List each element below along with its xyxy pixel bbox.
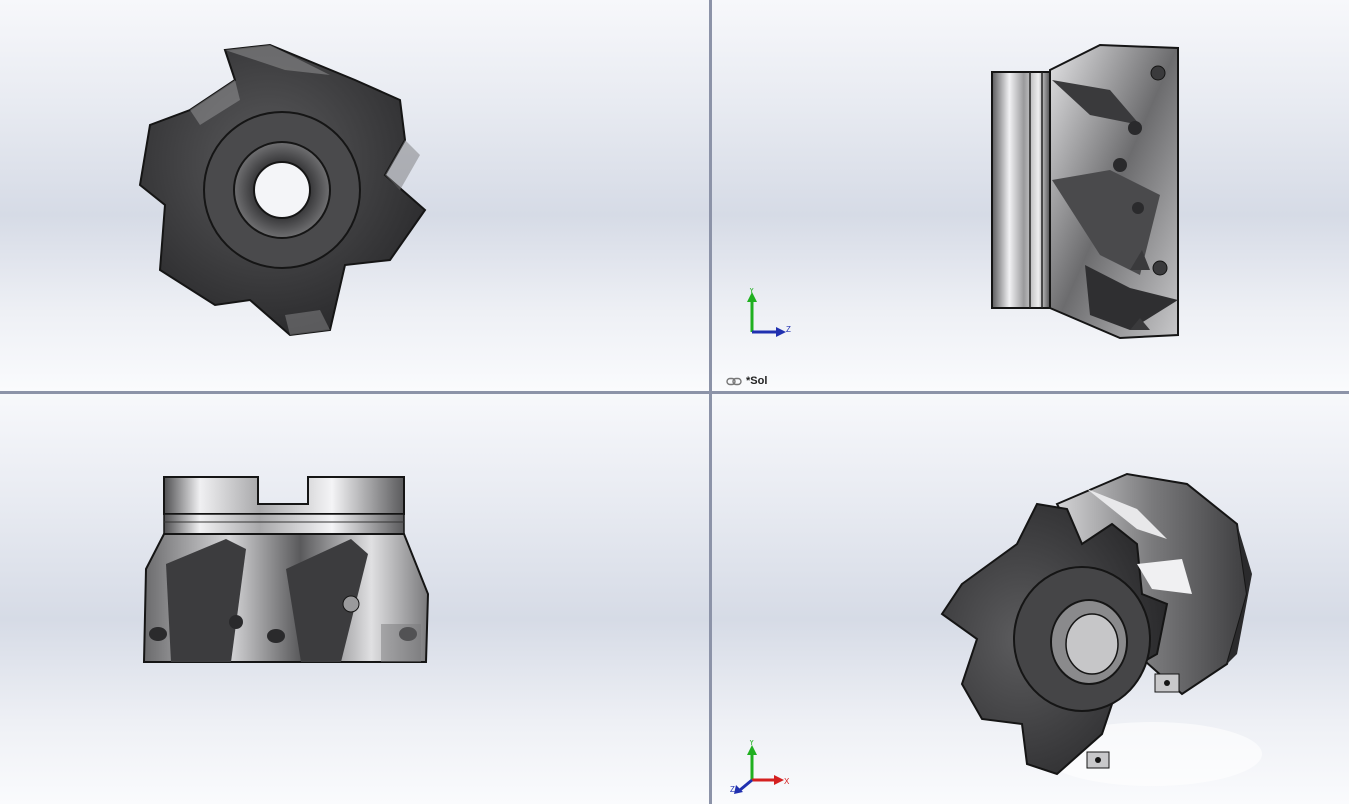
document-tab-label: *Sol: [746, 375, 768, 387]
linked-chain-icon: [726, 377, 742, 385]
axis-triad-right-view: Y Z: [747, 288, 791, 337]
cutter-top-view[interactable]: [136, 474, 431, 669]
viewport-right[interactable]: Y Z *Sol: [712, 0, 1349, 391]
triad-y-label: Y: [749, 288, 755, 295]
viewport-top[interactable]: [0, 394, 709, 804]
viewport-divider-horizontal[interactable]: [0, 391, 1349, 394]
viewport-isometric[interactable]: Y X Z: [712, 394, 1349, 804]
viewport-front[interactable]: [0, 0, 709, 391]
cutter-right-view[interactable]: [990, 40, 1185, 340]
triad-z-label: Z: [730, 785, 735, 794]
cutter-front-view[interactable]: [130, 40, 440, 340]
axis-triad-iso-view: Y X Z: [730, 740, 790, 794]
viewport-divider-vertical[interactable]: [709, 0, 712, 804]
triad-z-label: Z: [786, 325, 791, 334]
triad-y-label: Y: [749, 740, 755, 747]
document-tab[interactable]: *Sol: [726, 374, 767, 388]
triad-x-label: X: [784, 777, 790, 786]
cutter-isometric-view[interactable]: [937, 464, 1267, 794]
